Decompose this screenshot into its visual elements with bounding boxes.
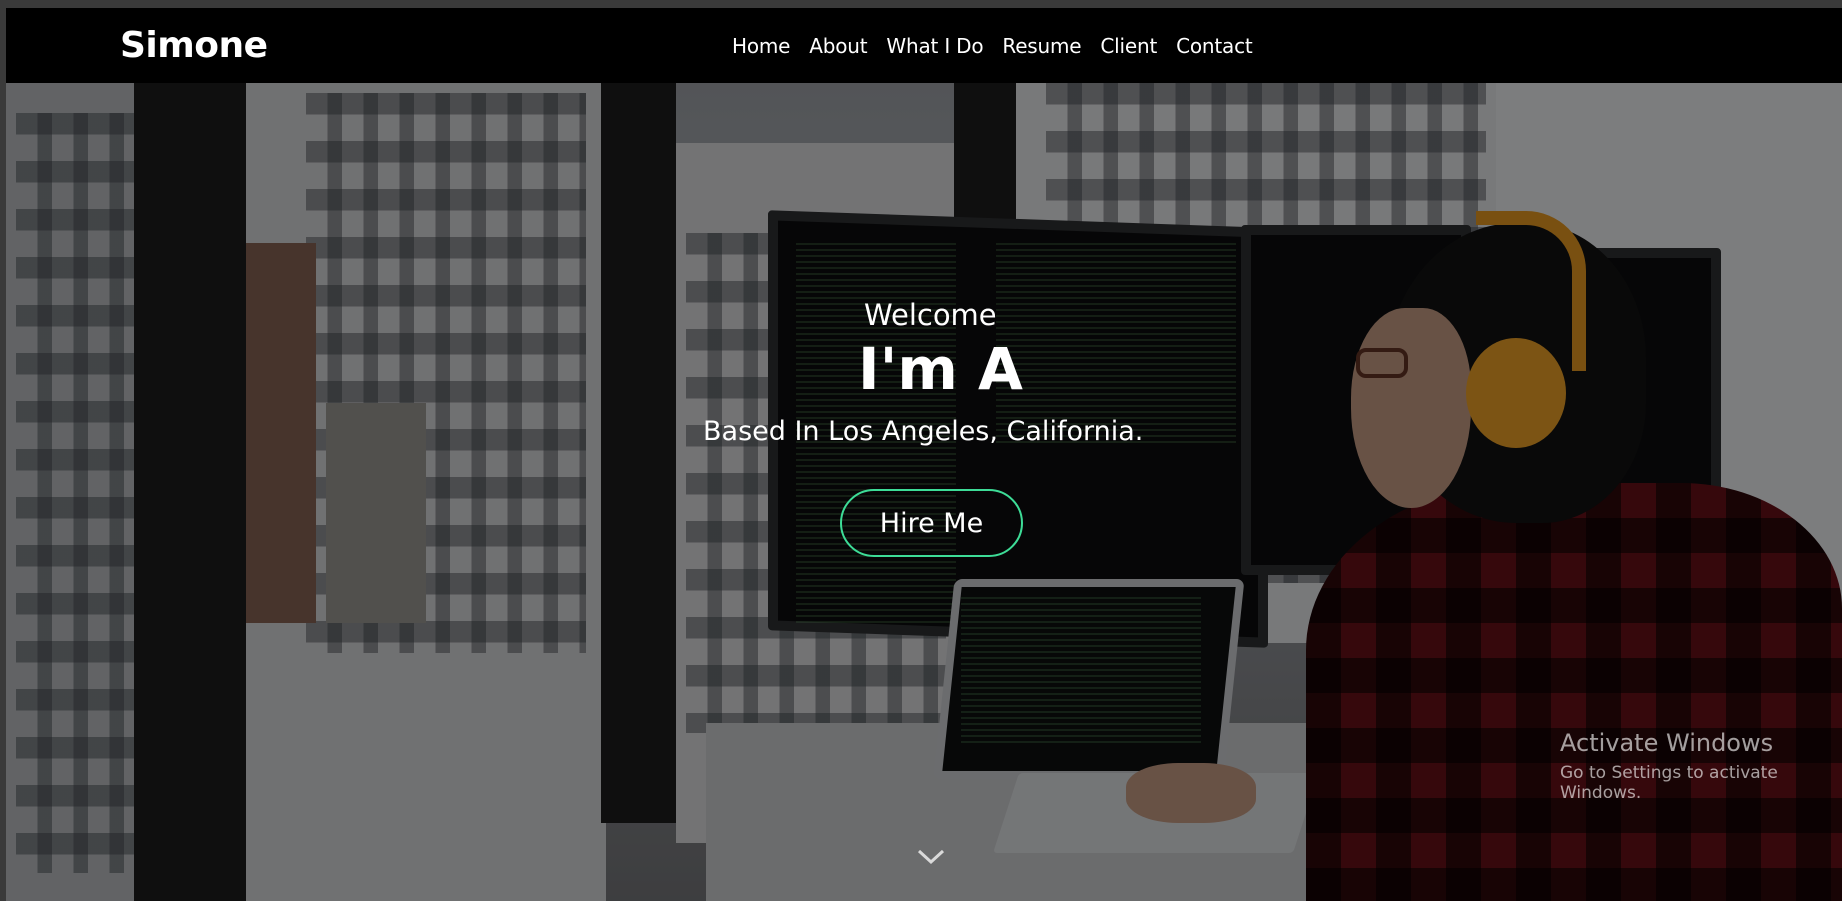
site-logo[interactable]: Simone <box>120 25 268 66</box>
nav-about[interactable]: About <box>809 34 867 58</box>
hero-welcome-text: Welcome <box>864 298 997 332</box>
top-navbar: Simone Home About What I Do Resume Clien… <box>6 8 1842 83</box>
nav-client[interactable]: Client <box>1100 34 1157 58</box>
nav-home[interactable]: Home <box>732 34 790 58</box>
nav-resume[interactable]: Resume <box>1002 34 1081 58</box>
watermark-subtitle: Go to Settings to activate Windows. <box>1560 763 1778 803</box>
hire-me-button[interactable]: Hire Me <box>840 489 1023 557</box>
main-nav: Home About What I Do Resume Client Conta… <box>732 34 1253 58</box>
windows-activation-watermark: Activate Windows Go to Settings to activ… <box>1560 729 1842 803</box>
nav-what-i-do[interactable]: What I Do <box>886 34 983 58</box>
watermark-title: Activate Windows <box>1560 729 1774 757</box>
chevron-down-icon[interactable] <box>916 847 946 867</box>
hero-location-text: Based In Los Angeles, California. <box>703 416 1144 447</box>
browser-viewport: Simone Home About What I Do Resume Clien… <box>6 8 1842 901</box>
hero-headline: I'm A <box>858 335 1023 403</box>
nav-contact[interactable]: Contact <box>1176 34 1253 58</box>
